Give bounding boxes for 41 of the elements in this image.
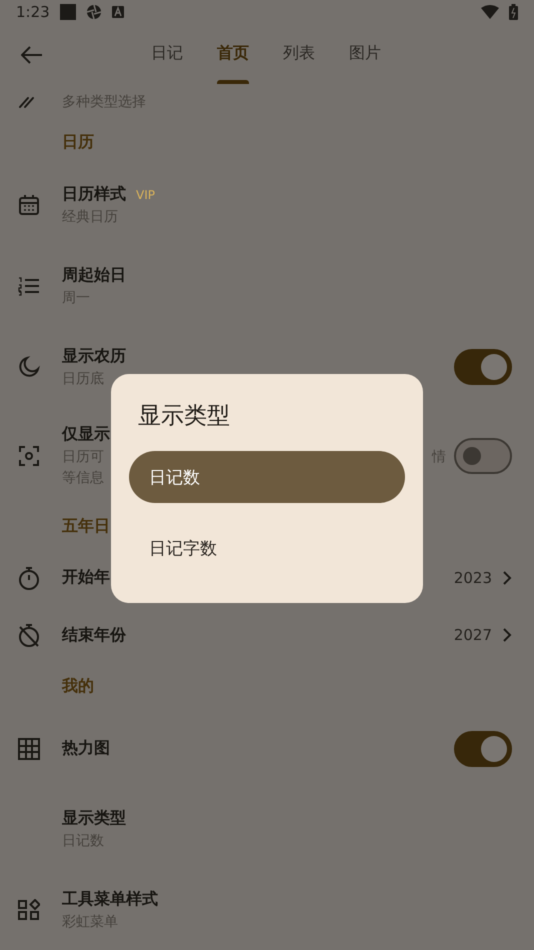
setting-title: 热力图 [62, 738, 110, 759]
timer-icon [18, 566, 40, 590]
setting-title: 日历样式 [62, 184, 126, 206]
setting-title: 显示类型 [62, 808, 126, 830]
widgets-icon [18, 898, 40, 921]
dialog-option[interactable]: 日记数 [129, 451, 405, 503]
tab[interactable]: 列表 [266, 28, 332, 80]
battery-icon [509, 4, 518, 20]
setting-value: 2027 [454, 626, 492, 644]
toggle-switch[interactable] [454, 348, 512, 385]
dialog-option[interactable]: 日记字数 [129, 522, 405, 574]
toggle-switch[interactable] [454, 438, 512, 474]
section-header: 五年日 [62, 516, 110, 538]
shutter-icon [86, 4, 102, 20]
tab[interactable]: 图片 [332, 28, 398, 80]
numbered-list-icon [18, 276, 40, 296]
section-header: 我的 [62, 676, 94, 697]
focus-icon [18, 444, 40, 467]
grid-icon [18, 738, 40, 760]
dialog-title: 显示类型 [138, 402, 231, 431]
toggle-switch[interactable] [454, 730, 512, 766]
calendar-icon [18, 194, 40, 216]
pen-icon [18, 94, 36, 109]
setting-title: 仅显示 [62, 424, 110, 446]
chevron-right-icon [502, 570, 512, 585]
square-icon [60, 4, 76, 20]
tab[interactable]: 日记 [134, 28, 200, 80]
status-time: 1:23 [16, 3, 50, 22]
setting-title: 显示农历 [62, 346, 126, 367]
section-header: 日历 [62, 132, 94, 154]
setting-title: 结束年份 [62, 624, 126, 646]
setting-title: 工具菜单样式 [62, 888, 158, 910]
wifi-icon [481, 5, 499, 20]
setting-title: 开始年 [62, 567, 110, 588]
setting-title: 周起始日 [62, 264, 126, 286]
timer-off-icon [18, 623, 40, 648]
moon-icon [18, 356, 40, 378]
keyboard-icon [112, 6, 124, 18]
chevron-right-icon [502, 628, 512, 642]
setting-value: 2023 [454, 568, 492, 587]
vip-label: VIP [136, 188, 155, 202]
